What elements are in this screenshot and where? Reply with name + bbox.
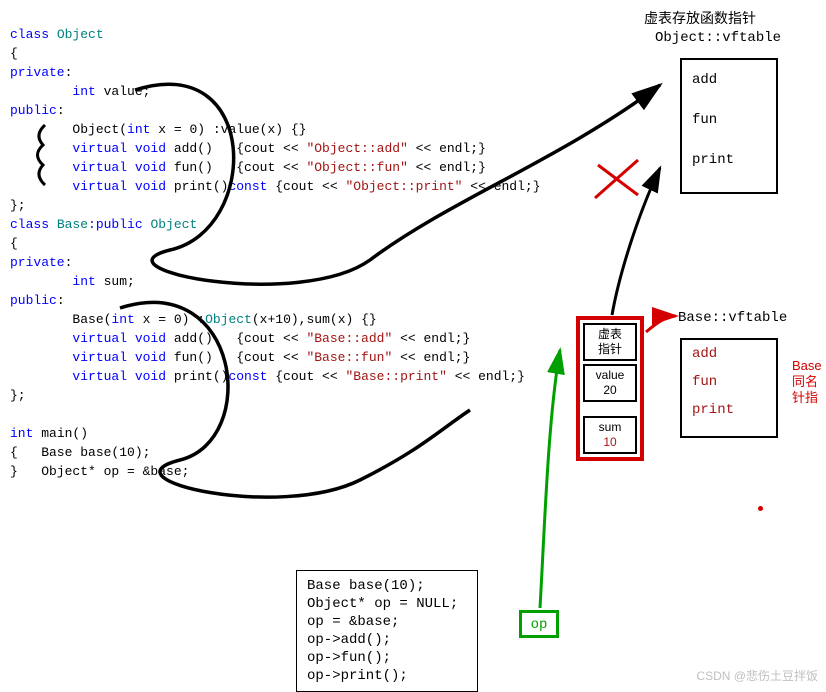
vtable-row: print [682, 396, 776, 424]
snippet-box: Base base(10); Object* op = NULL; op = &… [296, 570, 478, 692]
object-vftable-box: add fun print [680, 58, 778, 194]
vtable-row: fun [682, 100, 776, 140]
red-dot-icon [758, 506, 763, 511]
mem-vptr: 虚表指针 [583, 323, 637, 361]
heading-object-vftable: Object::vftable [655, 30, 781, 46]
watermark: CSDN @悲伤土豆拌饭 [696, 667, 818, 684]
mem-value: value20 [583, 364, 637, 402]
vtable-row: fun [682, 368, 776, 396]
heading-base-vftable: Base::vftable [678, 310, 787, 326]
op-pointer-box: op [519, 610, 559, 638]
memory-layout-box: 虚表指针 value20 sum10 [576, 316, 644, 461]
side-note-red: Base 同名 针指 [792, 358, 822, 406]
mem-sum: sum10 [583, 416, 637, 454]
vtable-row: add [682, 60, 776, 100]
vtable-row: add [682, 340, 776, 368]
heading-vtable-desc: 虚表存放函数指针 [644, 8, 756, 28]
base-vftable-box: add fun print [680, 338, 778, 438]
code-block: class Object { private: int value; publi… [10, 6, 541, 481]
vtable-row: print [682, 140, 776, 180]
